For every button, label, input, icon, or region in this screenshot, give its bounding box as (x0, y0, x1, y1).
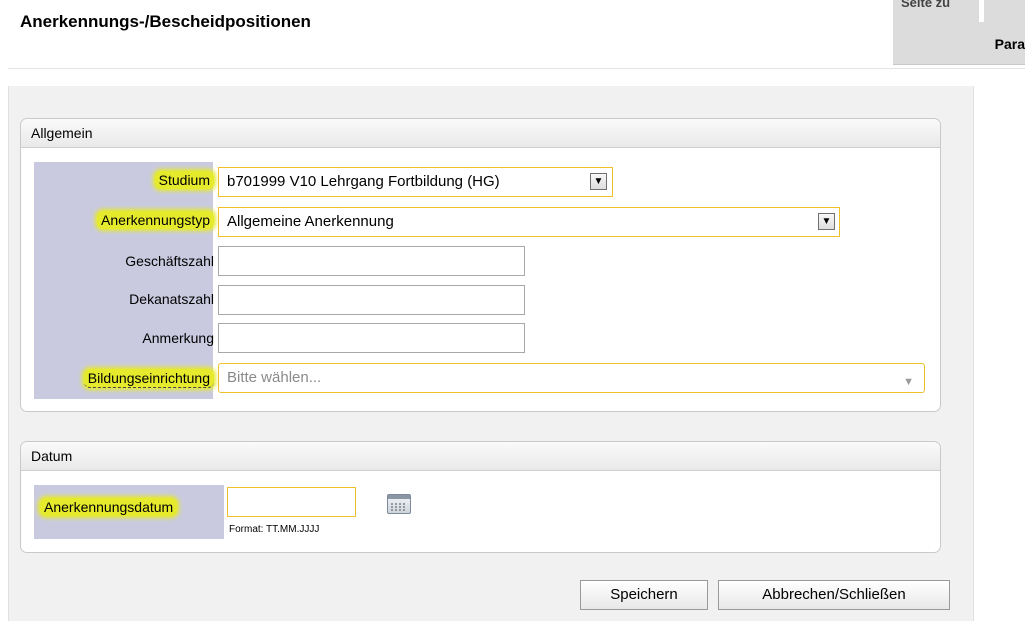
dekanatszahl-input[interactable] (218, 285, 525, 315)
panel-divider (979, 0, 984, 22)
bildungseinrichtung-label: Bildungseinrichtung (83, 369, 214, 388)
anerkennungstyp-label: Anerkennungstyp (97, 211, 214, 229)
dialog-body: Allgemein Studium b701999 V10 Lehrgang F… (8, 86, 974, 621)
calendar-icon[interactable] (387, 494, 411, 514)
top-right-panel: Seite zu Para (893, 0, 1025, 65)
cut-off-text: Seite zu (901, 0, 951, 10)
calendar-icon-header (388, 495, 410, 499)
header-divider (8, 68, 1025, 69)
date-format-hint: Format: TT.MM.JJJJ (229, 524, 320, 535)
label-column (34, 162, 213, 399)
geschaeftszahl-label: Geschäftszahl (125, 253, 214, 269)
anmerkung-input[interactable] (218, 323, 525, 353)
page-title: Anerkennungs-/Bescheidpositionen (20, 12, 311, 31)
studium-label: Studium (154, 171, 214, 189)
studium-select[interactable]: b701999 V10 Lehrgang Fortbildung (HG) ▼ (218, 167, 613, 197)
datum-group: Datum Anerkennungsdatum Format: TT.MM.JJ… (20, 441, 941, 553)
save-button[interactable]: Speichern (580, 580, 708, 610)
anerkennungstyp-select[interactable]: Allgemeine Anerkennung ▼ (218, 207, 840, 237)
triangle-down-icon[interactable]: ▼ (590, 173, 607, 190)
param-label[interactable]: Para (995, 36, 1025, 52)
geschaeftszahl-input[interactable] (218, 246, 525, 276)
calendar-icon-grid (391, 502, 407, 511)
triangle-down-icon[interactable]: ▼ (818, 213, 835, 230)
anerkennungsdatum-input[interactable] (227, 487, 356, 517)
studium-value: b701999 V10 Lehrgang Fortbildung (HG) (227, 173, 500, 190)
anerkennungsdatum-label: Anerkennungsdatum (40, 498, 178, 516)
allgemein-group: Allgemein Studium b701999 V10 Lehrgang F… (20, 118, 941, 412)
chevron-down-icon[interactable]: ▼ (903, 368, 914, 396)
cancel-close-button[interactable]: Abbrechen/Schließen (718, 580, 950, 610)
datum-legend: Datum (21, 442, 940, 471)
anmerkung-label: Anmerkung (142, 330, 214, 346)
bildungseinrichtung-combobox[interactable]: Bitte wählen... ▼ (218, 363, 925, 393)
bildungseinrichtung-placeholder: Bitte wählen... (227, 369, 322, 386)
allgemein-legend: Allgemein (21, 119, 940, 148)
anerkennungstyp-value: Allgemeine Anerkennung (227, 213, 394, 230)
dekanatszahl-label: Dekanatszahl (129, 291, 214, 307)
